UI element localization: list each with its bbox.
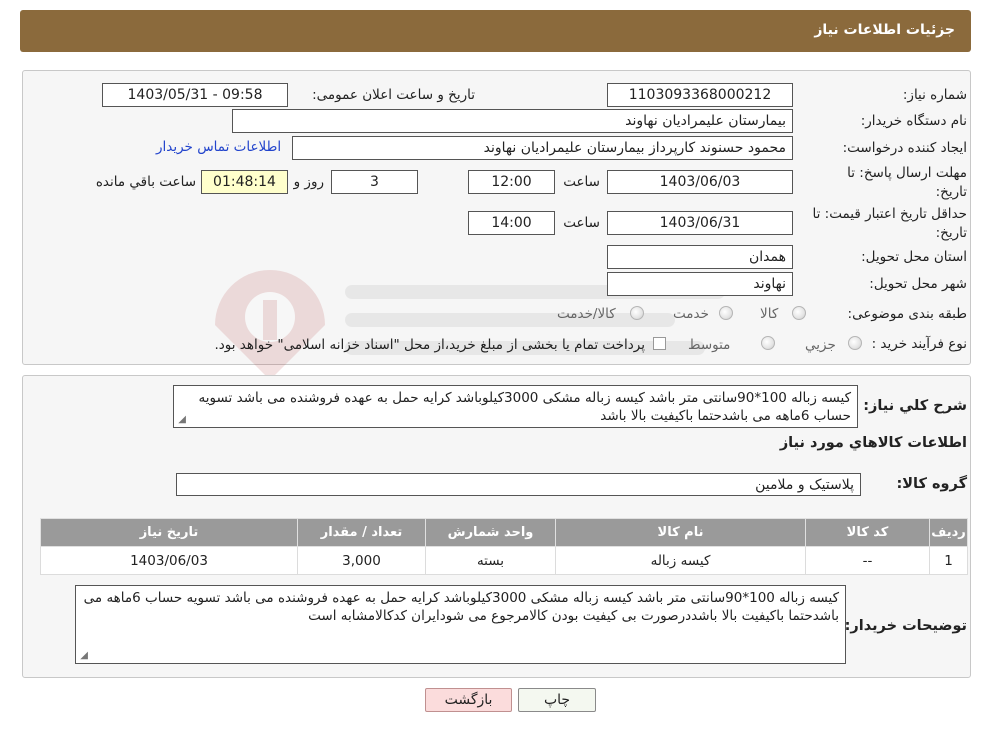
treasury-note: پرداخت تمام یا بخشی از مبلغ خرید،از محل … — [214, 337, 645, 353]
province-field: همدان — [607, 245, 793, 269]
price-validity-time-label: ساعت — [563, 215, 600, 231]
category-label: طبقه بندی موضوعی: — [847, 306, 967, 322]
remaining-time-field: 01:48:14 — [201, 170, 288, 194]
col-quantity: تعداد / مقدار — [297, 518, 426, 547]
page-title: جزئیات اطلاعات نیاز — [814, 22, 955, 38]
buyer-notes-label: توضیحات خریدار: — [844, 618, 967, 634]
category-option-service: خدمت — [673, 306, 709, 322]
goods-section-title: اطلاعات کالاهاي مورد نیاز — [779, 435, 967, 451]
category-radio-service[interactable] — [719, 306, 733, 320]
requester-label: ایجاد کننده درخواست: — [842, 140, 967, 156]
city-label: شهر محل تحویل: — [869, 276, 967, 292]
table-row: 1 -- کیسه زباله بسته 3,000 1403/06/03 — [40, 546, 968, 575]
reply-time-label: ساعت — [563, 174, 600, 190]
announce-datetime-label: تاریخ و ساعت اعلان عمومی: — [312, 87, 475, 103]
category-radio-goods-service[interactable] — [630, 306, 644, 320]
category-option-goods: کالا — [760, 306, 779, 322]
goods-table: ردیف کد کالا نام کالا واحد شمارش تعداد /… — [40, 518, 968, 575]
treasury-checkbox[interactable] — [653, 337, 666, 350]
price-validity-label: حداقل تاریخ اعتبار قیمت: تا — [812, 206, 967, 222]
reply-deadline-label: مهلت ارسال پاسخ: تا — [847, 165, 967, 181]
buyer-notes-textarea[interactable]: کیسه زباله 100*90سانتی متر باشد کیسه زبا… — [75, 585, 846, 664]
col-code: کد کالا — [805, 518, 930, 547]
need-number-field: 1103093368000212 — [607, 83, 793, 107]
process-option-medium: متوسط — [688, 337, 731, 353]
reply-deadline-date-field: 1403/06/03 — [607, 170, 793, 194]
need-desc-textarea[interactable]: کیسه زباله 100*90سانتی متر باشد کیسه زبا… — [173, 385, 858, 428]
city-field: نهاوند — [607, 272, 793, 296]
buyer-contact-link[interactable]: اطلاعات تماس خریدار — [156, 139, 281, 155]
col-unit: واحد شمارش — [425, 518, 556, 547]
reply-deadline-label-date: تاریخ: — [935, 184, 967, 200]
print-button[interactable]: چاپ — [518, 688, 596, 712]
process-type-label: نوع فرآیند خرید : — [871, 336, 967, 352]
goods-group-field: پلاستیک و ملامین — [176, 473, 861, 496]
col-row: ردیف — [929, 518, 968, 547]
need-desc-label: شرح کلي نیاز: — [863, 398, 967, 414]
cell-row: 1 — [929, 546, 968, 575]
process-radio-partial[interactable] — [848, 336, 862, 350]
resize-grip-icon[interactable]: ◢ — [176, 415, 186, 425]
category-radio-goods[interactable] — [792, 306, 806, 320]
process-option-partial: جزیي — [805, 337, 836, 353]
need-desc-text: کیسه زباله 100*90سانتی متر باشد کیسه زبا… — [198, 390, 851, 424]
requester-field: محمود حسنوند کارپرداز بیمارستان علیمرادی… — [292, 136, 793, 160]
days-label: روز و — [293, 174, 324, 190]
cell-unit: بسته — [425, 546, 556, 575]
buyer-org-label: نام دستگاه خریدار: — [860, 113, 967, 129]
buyer-org-field: بیمارستان علیمرادیان نهاوند — [232, 109, 793, 133]
cell-code: -- — [805, 546, 930, 575]
reply-days-field: 3 — [331, 170, 418, 194]
category-option-goods-service: کالا/خدمت — [557, 306, 616, 322]
price-validity-time-field: 14:00 — [468, 211, 555, 235]
buyer-notes-text: کیسه زباله 100*90سانتی متر باشد کیسه زبا… — [83, 590, 839, 624]
announce-datetime-field: 1403/05/31 - 09:58 — [102, 83, 288, 107]
process-radio-medium[interactable] — [761, 336, 775, 350]
back-button[interactable]: بازگشت — [425, 688, 512, 712]
goods-group-label: گروه کالا: — [896, 476, 967, 492]
need-number-label: شماره نیاز: — [902, 87, 967, 103]
goods-table-header: ردیف کد کالا نام کالا واحد شمارش تعداد /… — [40, 518, 968, 547]
remaining-time-label: ساعت باقي مانده — [95, 174, 196, 190]
price-validity-date-field: 1403/06/31 — [607, 211, 793, 235]
col-need-date: تاریخ نیاز — [40, 518, 298, 547]
price-validity-label-date: تاریخ: — [935, 225, 967, 241]
cell-name: کیسه زباله — [555, 546, 806, 575]
province-label: استان محل تحویل: — [861, 249, 967, 265]
resize-grip-icon[interactable]: ◢ — [78, 651, 88, 661]
page-header: جزئیات اطلاعات نیاز — [20, 10, 971, 52]
cell-need-date: 1403/06/03 — [40, 546, 298, 575]
col-name: نام کالا — [555, 518, 806, 547]
cell-quantity: 3,000 — [297, 546, 426, 575]
reply-deadline-time-field: 12:00 — [468, 170, 555, 194]
